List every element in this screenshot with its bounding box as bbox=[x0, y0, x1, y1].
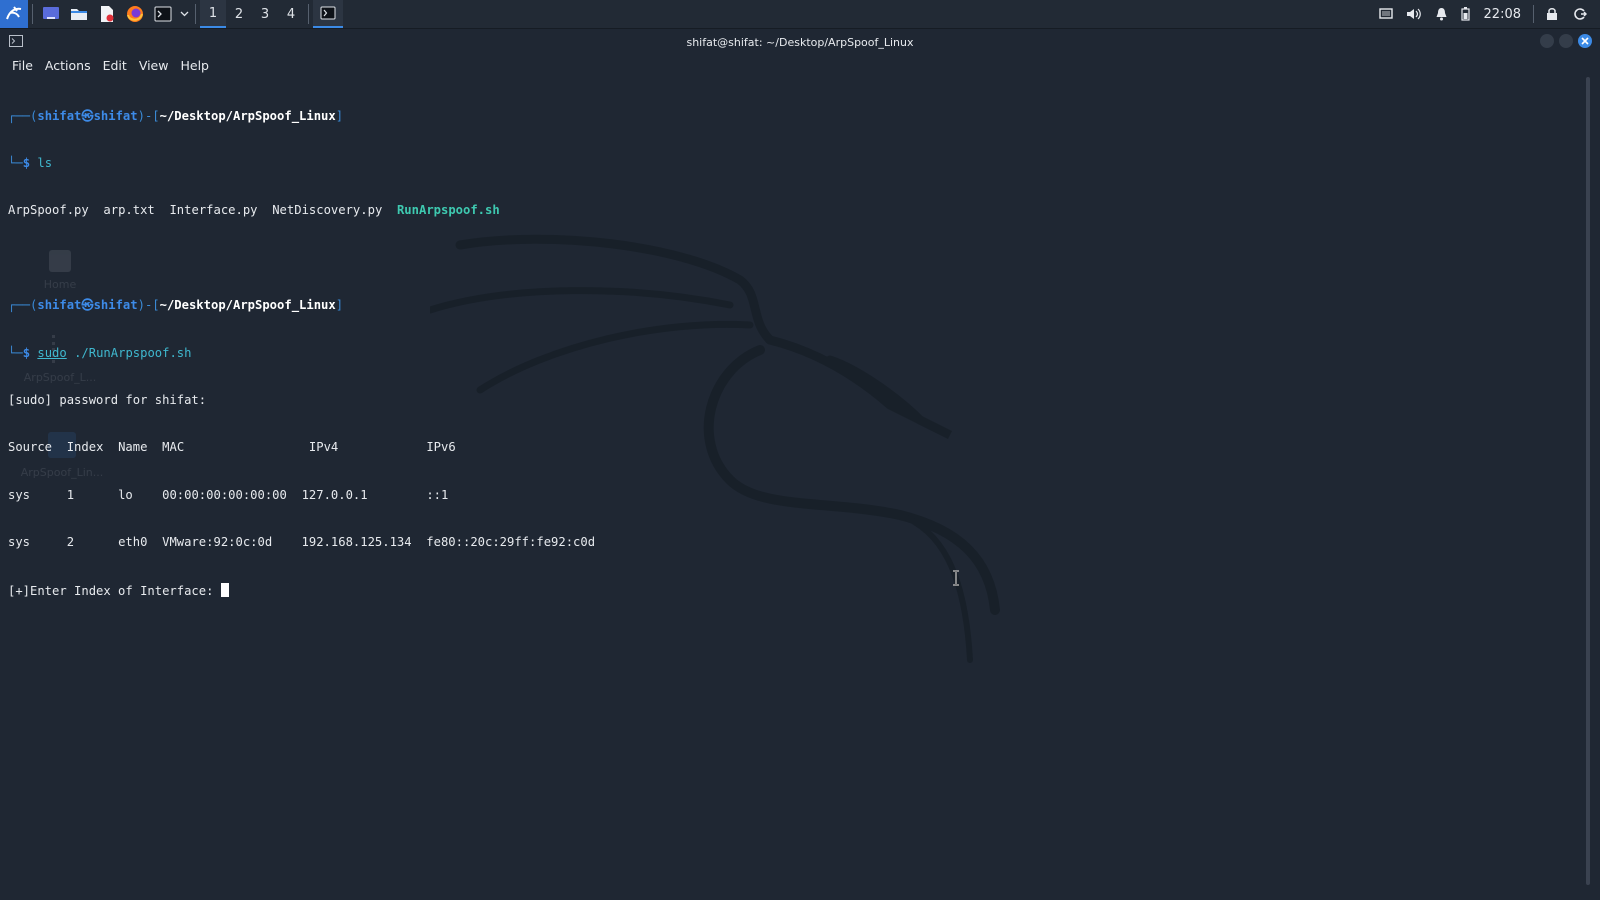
text-editor-icon[interactable] bbox=[93, 0, 121, 28]
input-prompt: [+]Enter Index of Interface: bbox=[8, 583, 221, 598]
panel-separator bbox=[308, 4, 309, 24]
top-panel: 1 2 3 4 22:08 bbox=[0, 0, 1600, 29]
maximize-button[interactable] bbox=[1559, 34, 1573, 48]
prompt-line: ┌──(shifat㉿shifat)-[~/Desktop/ArpSpoof_L… bbox=[8, 108, 344, 123]
table-header: Name bbox=[118, 440, 148, 455]
workspace-3[interactable]: 3 bbox=[252, 0, 278, 28]
volume-icon[interactable] bbox=[1400, 0, 1428, 28]
sudo-prompt: [sudo] password for shifat: bbox=[8, 392, 207, 407]
file-manager-icon[interactable] bbox=[65, 0, 93, 28]
input-line[interactable]: [+]Enter Index of Interface: bbox=[8, 582, 1578, 599]
table-row: sys 1 lo 00:00:00:00:00:00 127.0.0.1 ::1 bbox=[8, 488, 1578, 504]
command-text: ls bbox=[37, 155, 53, 170]
panel-separator bbox=[32, 4, 33, 24]
table-cell: 00:00:00:00:00:00 bbox=[162, 487, 287, 502]
table-header: IPv4 bbox=[308, 440, 339, 455]
clock[interactable]: 22:08 bbox=[1476, 7, 1529, 22]
menu-view[interactable]: View bbox=[133, 58, 175, 73]
file-entry: NetDiscovery.py bbox=[272, 203, 383, 218]
workspace-2[interactable]: 2 bbox=[226, 0, 252, 28]
command-sudo: sudo bbox=[37, 345, 67, 360]
file-entry: Interface.py bbox=[169, 203, 258, 218]
battery-icon[interactable] bbox=[1456, 0, 1476, 28]
file-entry-executable: RunArpspoof.sh bbox=[396, 203, 500, 218]
prompt-line: ┌──(shifat㉿shifat)-[~/Desktop/ArpSpoof_L… bbox=[8, 298, 344, 313]
notifications-icon[interactable] bbox=[1428, 0, 1456, 28]
terminal-output[interactable]: ┌──(shifat㉿shifat)-[~/Desktop/ArpSpoof_L… bbox=[8, 77, 1578, 892]
table-header: Index bbox=[66, 440, 104, 455]
chevron-down-icon[interactable] bbox=[177, 0, 191, 28]
menu-file[interactable]: File bbox=[0, 58, 39, 73]
lock-screen-icon[interactable] bbox=[1538, 0, 1566, 28]
logout-icon[interactable] bbox=[1566, 0, 1594, 28]
firefox-icon[interactable] bbox=[121, 0, 149, 28]
workspace-1[interactable]: 1 bbox=[200, 0, 226, 28]
panel-separator bbox=[195, 4, 196, 24]
command-text: ./RunArpspoof.sh bbox=[74, 345, 192, 360]
terminal-scrollbar[interactable] bbox=[1586, 77, 1590, 885]
table-cell: 127.0.0.1 bbox=[301, 487, 368, 502]
file-entry: arp.txt bbox=[103, 203, 155, 218]
table-cell: 192.168.125.134 bbox=[301, 535, 412, 550]
window-title: shifat@shifat: ~/Desktop/ArpSpoof_Linux bbox=[686, 35, 914, 49]
table-header: MAC bbox=[162, 440, 185, 455]
table-cell: sys bbox=[8, 487, 31, 502]
show-desktop-icon[interactable] bbox=[37, 0, 65, 28]
command-line: └─$ sudo ./RunArpspoof.sh bbox=[8, 345, 192, 360]
table-cell: ::1 bbox=[426, 487, 449, 502]
table-cell: VMware:92:0c:0d bbox=[162, 535, 273, 550]
terminal-icon bbox=[320, 6, 336, 20]
prompt-path: ~/Desktop/ArpSpoof_Linux bbox=[159, 108, 336, 123]
minimize-button[interactable] bbox=[1540, 34, 1554, 48]
table-cell: 1 bbox=[66, 487, 75, 502]
table-header: IPv6 bbox=[426, 440, 456, 455]
menu-help[interactable]: Help bbox=[174, 58, 215, 73]
file-entry: ArpSpoof.py bbox=[8, 203, 89, 218]
text-cursor bbox=[220, 582, 229, 597]
workspace-4[interactable]: 4 bbox=[278, 0, 304, 28]
table-cell: lo bbox=[118, 487, 133, 502]
menu-edit[interactable]: Edit bbox=[97, 58, 133, 73]
terminal-launcher-icon[interactable] bbox=[149, 0, 177, 28]
kali-menu-icon[interactable] bbox=[0, 0, 28, 28]
mouse-ibeam-cursor-icon bbox=[953, 570, 959, 586]
prompt-user: shifat㉿shifat bbox=[37, 298, 138, 313]
close-button[interactable] bbox=[1578, 34, 1592, 48]
taskbar-terminal-window[interactable] bbox=[313, 0, 343, 28]
panel-separator bbox=[1533, 5, 1534, 23]
command-line: └─$ ls bbox=[8, 155, 53, 170]
table-cell: 2 bbox=[66, 535, 75, 550]
table-header-row: Source Index Name MAC IPv4 IPv6 bbox=[8, 440, 1578, 456]
table-cell: fe80::20c:29ff:fe92:c0d bbox=[426, 535, 596, 550]
table-header: Source bbox=[8, 440, 53, 455]
display-icon[interactable] bbox=[1372, 0, 1400, 28]
window-menubar: File Actions Edit View Help bbox=[0, 55, 1600, 75]
prompt-user: shifat㉿shifat bbox=[37, 108, 138, 123]
window-titlebar[interactable]: shifat@shifat: ~/Desktop/ArpSpoof_Linux bbox=[0, 29, 1600, 55]
table-row: sys 2 eth0 VMware:92:0c:0d 192.168.125.1… bbox=[8, 535, 1578, 551]
table-cell: eth0 bbox=[118, 535, 148, 550]
prompt-path: ~/Desktop/ArpSpoof_Linux bbox=[159, 298, 336, 313]
ls-output: ArpSpoof.py arp.txt Interface.py NetDisc… bbox=[8, 203, 1578, 219]
table-cell: sys bbox=[8, 535, 31, 550]
close-icon bbox=[1581, 37, 1589, 45]
menu-actions[interactable]: Actions bbox=[39, 58, 97, 73]
terminal-window-icon[interactable] bbox=[9, 35, 23, 47]
